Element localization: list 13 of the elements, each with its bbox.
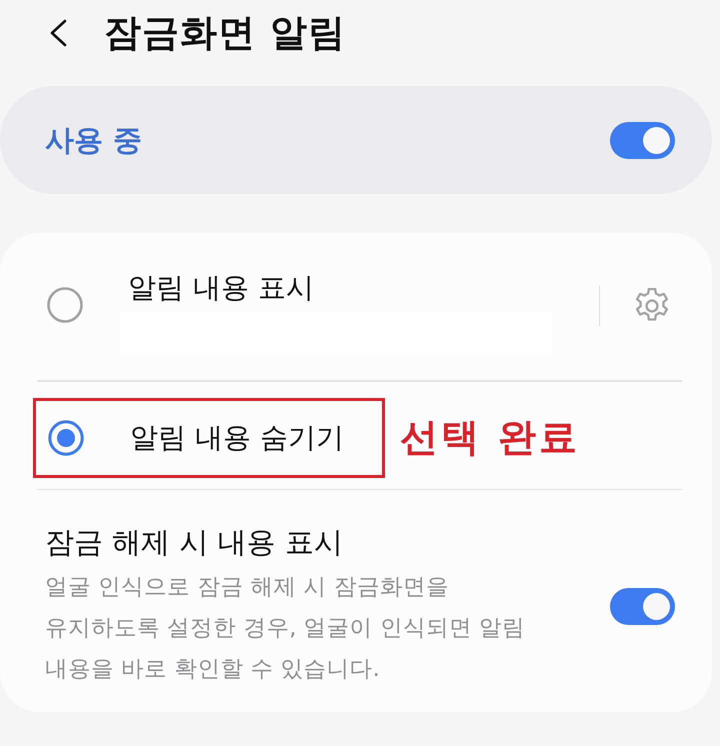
- annotation-text: 선택 완료: [400, 414, 580, 461]
- master-switch-bar[interactable]: 사용 중: [0, 86, 712, 194]
- setting-description: 얼굴 인식으로 잠금 해제 시 잠금화면을 유지하도록 설정한 경우, 얼굴이 인식되면 알림 내용을 바로 확인할 수 있습니다.: [45, 573, 526, 684]
- back-icon[interactable]: [48, 19, 68, 47]
- page-title: 잠금화면 알림: [104, 11, 346, 55]
- setting-title: 잠금 해제 시 내용 표시: [45, 524, 343, 561]
- option-label[interactable]: 알림 내용 숨기기: [130, 420, 344, 456]
- toggle-switch[interactable]: [610, 122, 675, 158]
- radio-button[interactable]: [48, 420, 84, 456]
- master-switch-label: 사용 중: [45, 122, 142, 159]
- option-label[interactable]: 알림 내용 표시: [128, 270, 314, 306]
- toggle-switch[interactable]: [610, 588, 675, 625]
- radio-button[interactable]: [47, 287, 83, 323]
